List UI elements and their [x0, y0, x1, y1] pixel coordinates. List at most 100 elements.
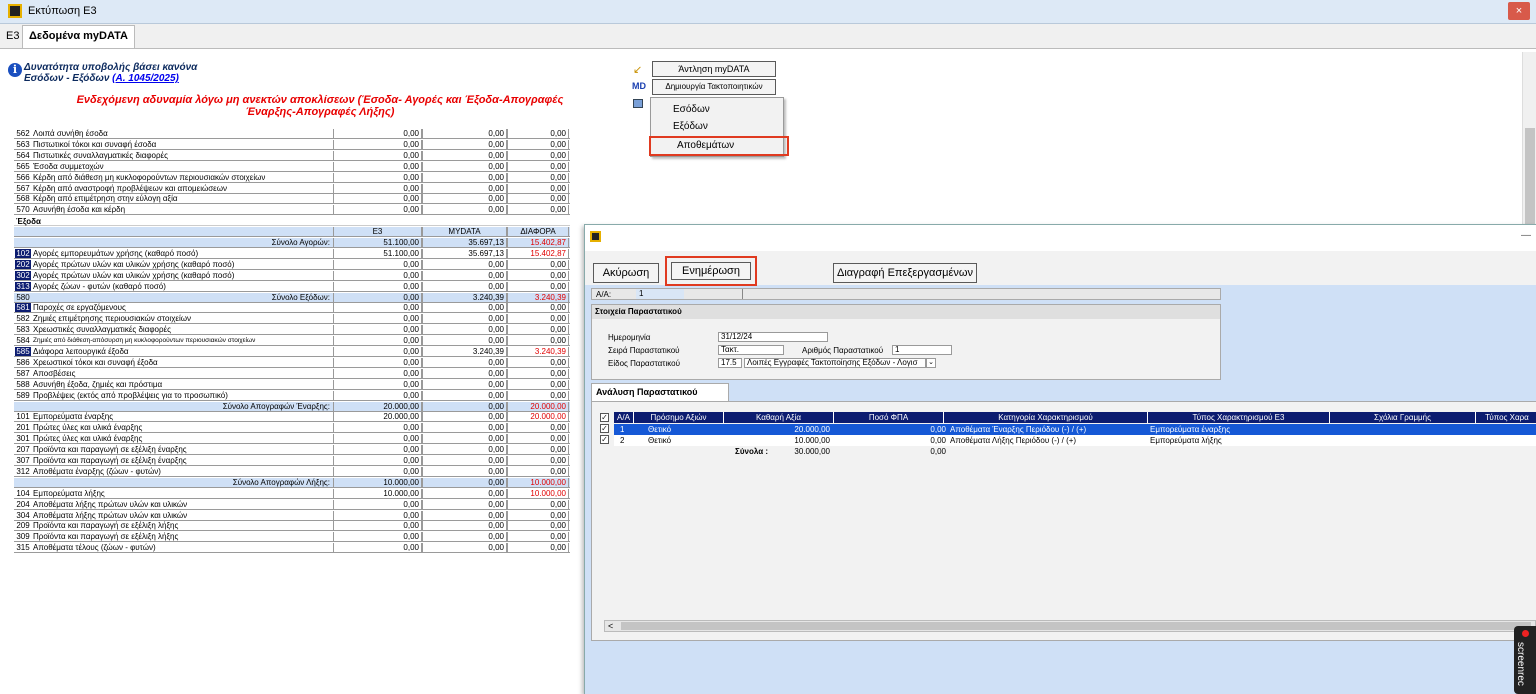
row-code: 209 — [16, 521, 30, 531]
table-row[interactable]: 568 Κέρδη από επιμέτρηση στην εύλογη αξία… — [14, 194, 570, 205]
value-diff: 3.240,39 — [507, 292, 569, 302]
table-row[interactable]: 204 Αποθέματα λήξης πρώτων υλών και υλικώ… — [14, 499, 570, 510]
cancel-button[interactable]: Ακύρωση — [593, 263, 659, 283]
table-row[interactable]: 202 Αγορές πρώτων υλών και υλικών χρήσης … — [14, 259, 570, 270]
value-diff: 0,00 — [507, 150, 569, 160]
menu-item-esodon[interactable]: Εσόδων — [673, 104, 710, 115]
grid-scroll-thumb[interactable] — [621, 622, 1531, 630]
md-icon: MD — [632, 81, 646, 91]
value-e3: 0,00 — [333, 521, 422, 531]
table-row[interactable]: 581 Παροχές σε εργαζόμενους 0,00 0,00 0,00 — [14, 303, 570, 314]
menu-item-apothematon[interactable]: Αποθεμάτων — [649, 136, 789, 156]
update-button[interactable]: Ενημέρωση — [671, 262, 751, 280]
col-vat[interactable]: Ποσό ΦΠΑ — [834, 412, 944, 423]
table-row[interactable]: 312 Αποθέματα έναρξης (ζώων - φυτών) 0,00 0… — [14, 466, 570, 477]
header-diff: ΔΙΑΦΟΡΑ — [507, 227, 569, 237]
value-mydata: 0,00 — [422, 466, 507, 476]
close-button[interactable]: × — [1508, 2, 1530, 20]
create-adjustments-button[interactable]: Δημιουργία Τακτοποιητικών — [652, 79, 776, 95]
row-checkbox[interactable]: ✓ — [600, 435, 609, 444]
value-mydata: 0,00 — [422, 281, 507, 291]
row-label: Αποθέματα τέλους (ζώων - φυτών) — [33, 543, 156, 553]
table-row[interactable]: 563 Πιστωτικοί τόκοι και συναφή έσοδα 0,00… — [14, 139, 570, 150]
subtotal-label: Σύνολο Απογραφών Λήξης: — [232, 477, 330, 487]
table-row[interactable]: 567 Κέρδη από αναστροφή προβλέψεων και απ… — [14, 183, 570, 194]
table-row[interactable]: 585 Διάφορα λειτουργικά έξοδα 0,00 3.240,39… — [14, 347, 570, 357]
fetch-mydata-button[interactable]: Άντληση myDATA — [652, 61, 776, 77]
col-type-more[interactable]: Τύπος Χαρα — [1476, 412, 1536, 423]
table-row[interactable]: 589 Προβλέψεις (εκτός από προβλέψεις για … — [14, 390, 570, 401]
table-row[interactable]: 565 Έσοδα συμμετοχών 0,00 0,00 0,00 — [14, 161, 570, 172]
grid-row[interactable]: 2 Θετικό 10.000,00 0,00 Αποθέματα Λήξης … — [614, 435, 1536, 446]
table-row[interactable]: 102 Αγορές εμπορευμάτων χρήσης (καθαρό πο… — [14, 248, 570, 259]
minimize-icon[interactable]: — — [1521, 230, 1531, 241]
tab-analysi[interactable]: Ανάλυση Παραστατικού — [591, 383, 729, 401]
value-mydata: 0,00 — [422, 259, 507, 269]
table-row[interactable]: 307 Προϊόντα και παραγωγή σε εξέλιξη έναρ… — [14, 456, 570, 466]
table-row[interactable]: 587 Αποσβέσεις 0,00 0,00 0,00 — [14, 368, 570, 379]
table-row[interactable]: 586 Χρεωστικοί τόκοι και συναφή έξοδα 0,00… — [14, 357, 570, 368]
row-label: Εμπορεύματα έναρξης — [33, 412, 114, 422]
series-field[interactable]: Τακτ. — [718, 345, 784, 355]
type-code-field[interactable]: 17.5 — [718, 358, 742, 368]
col-e3-type[interactable]: Τύπος Χαρακτηρισμού Ε3 — [1148, 412, 1330, 423]
number-field[interactable]: 1 — [892, 345, 952, 355]
grid-hscrollbar[interactable]: < — [604, 620, 1536, 632]
col-category[interactable]: Κατηγορία Χαρακτηρισμού — [944, 412, 1148, 423]
value-diff: 0,00 — [507, 379, 569, 389]
table-row[interactable]: 207 Προϊόντα και παραγωγή σε εξέλιξη έναρ… — [14, 445, 570, 456]
scroll-left-icon[interactable]: < — [608, 621, 613, 631]
select-all-checkbox[interactable]: ✓ — [600, 413, 609, 422]
value-e3: 10.000,00 — [333, 477, 422, 487]
row-code: 313 — [15, 281, 31, 291]
table-row[interactable]: 309 Προϊόντα και παραγωγή σε εξέλιξη λήξη… — [14, 532, 570, 543]
table-row[interactable]: 562 Λοιπά συνήθη έσοδα 0,00 0,00 0,00 — [14, 129, 570, 139]
menu-item-exodon[interactable]: Εξόδων — [673, 121, 708, 132]
number-label: Αριθμός Παραστατικού — [802, 346, 884, 355]
row-code: 204 — [16, 499, 30, 509]
date-field[interactable]: 31/12/24 — [718, 332, 828, 342]
app-icon — [8, 4, 22, 18]
table-row[interactable]: 583 Χρεωστικές συναλλαγματικές διαφορές 0,… — [14, 325, 570, 336]
table-row[interactable]: 564 Πιστωτικές συναλλαγματικές διαφορές 0,… — [14, 150, 570, 161]
type-select[interactable]: Λοιπές Εγγραφές Τακτοποίησης Εξόδων - Λο… — [744, 358, 926, 368]
table-row[interactable]: 313 Αγορές ζώων - φυτών (καθαρό ποσό) 0,00… — [14, 281, 570, 292]
table-row[interactable]: 104 Εμπορεύματα λήξης 10.000,00 0,00 10.000,… — [14, 488, 570, 499]
totals-row: Σύνολα : 30.000,00 0,00 — [614, 446, 1536, 457]
delete-processed-button[interactable]: Διαγραφή Επεξεργασμένων — [833, 263, 977, 283]
value-diff: 0,00 — [507, 510, 569, 520]
table-row[interactable]: 584 Ζημιές από διάθεση-απόσυρση μη κυκλοφ… — [14, 336, 570, 347]
row-label: Πρώτες ύλες και υλικά έναρξης — [33, 434, 143, 444]
col-aa[interactable]: Α/Α — [614, 412, 634, 423]
row-code: 304 — [16, 510, 30, 520]
value-e3: 0,00 — [333, 161, 422, 171]
row-label: Χρεωστικοί τόκοι και συναφή έξοδα — [33, 357, 158, 367]
col-net[interactable]: Καθαρή Αξία — [724, 412, 834, 423]
decision-link[interactable]: (Α. 1045/2025) — [112, 73, 179, 84]
table-row[interactable]: 201 Πρώτες ύλες και υλικά έναρξης 0,00 0,00… — [14, 423, 570, 434]
table-row[interactable]: 566 Κέρδη από διάθεση μη κυκλοφορούντων π… — [14, 172, 570, 183]
table-row[interactable]: 101 Εμπορεύματα έναρξης 20.000,00 0,00 20.00… — [14, 412, 570, 423]
col-comments[interactable]: Σχόλια Γραμμής — [1330, 412, 1476, 423]
table-row[interactable]: 582 Ζημιές επιμέτρησης περιουσιακών στοιχ… — [14, 314, 570, 325]
chevron-down-icon[interactable]: ⌄ — [926, 358, 936, 368]
date-label: Ημερομηνία — [608, 333, 651, 342]
value-e3: 0,00 — [333, 379, 422, 389]
aa-field[interactable]: 1 — [636, 289, 684, 299]
table-row[interactable]: 302 Αγορές πρώτων υλών και υλικών χρήσης … — [14, 270, 570, 281]
value-e3: 0,00 — [333, 466, 422, 476]
row-code: 207 — [16, 445, 30, 455]
table-row[interactable]: 209 Προϊόντα και παραγωγή σε εξέλιξη λήξη… — [14, 521, 570, 532]
table-row[interactable]: 588 Ασυνήθη έξοδα, ζημιές και πρόστιμα 0,0… — [14, 379, 570, 390]
table-row[interactable]: 304 Αποθέματα λήξης πρώτων υλών και υλικώ… — [14, 510, 570, 521]
table-row[interactable]: 570 Ασυνήθη έσοδα και κέρδη 0,00 0,00 0,00 — [14, 205, 570, 216]
col-sign[interactable]: Πρόσημο Αξιών — [634, 412, 724, 423]
value-e3: 0,00 — [333, 183, 422, 193]
table-row[interactable]: 315 Αποθέματα τέλους (ζώων - φυτών) 0,00 0,… — [14, 543, 570, 554]
tab-mydata[interactable]: Δεδομένα myDATA — [22, 25, 135, 48]
grid-row[interactable]: 1 Θετικό 20.000,00 0,00 Αποθέματα Έναρξη… — [614, 424, 1536, 435]
value-e3: 0,00 — [333, 139, 422, 149]
row-code: 581 — [15, 303, 31, 313]
row-checkbox[interactable]: ✓ — [600, 424, 609, 433]
table-row[interactable]: 301 Πρώτες ύλες και υλικά έναρξης 0,00 0,00… — [14, 434, 570, 445]
